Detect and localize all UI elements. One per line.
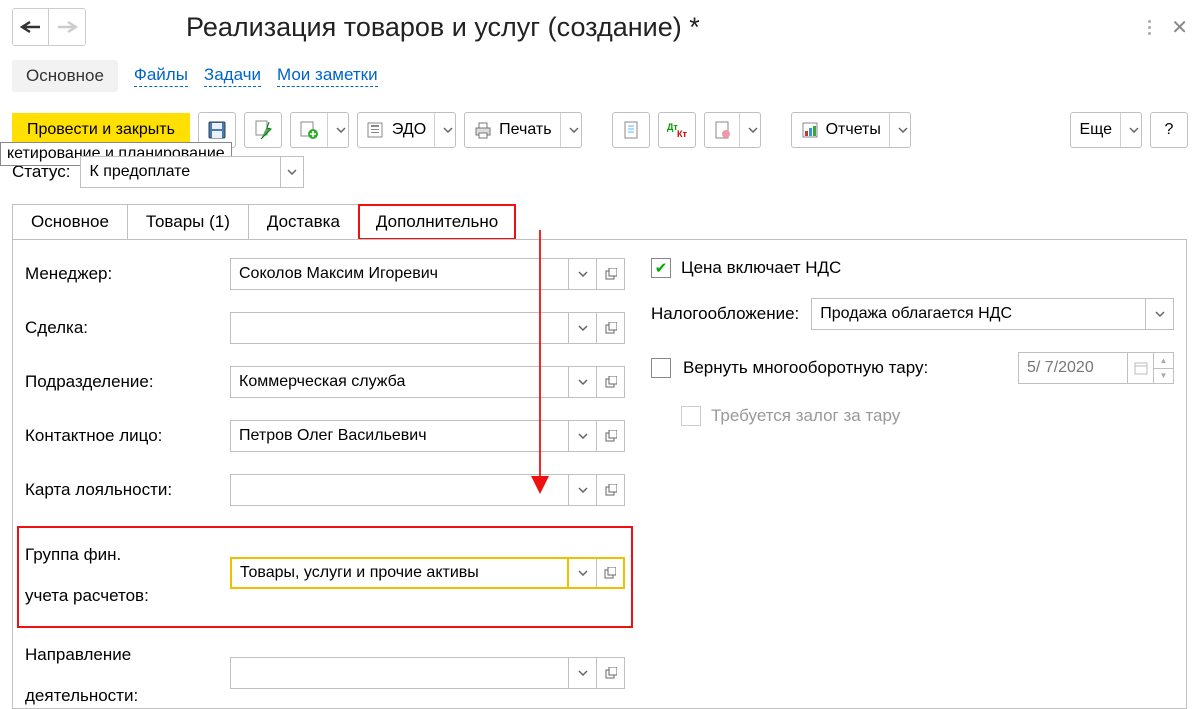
edo-button[interactable]: ЭДО — [357, 112, 456, 148]
open-icon[interactable] — [597, 657, 625, 689]
price-incl-nds-label: Цена включает НДС — [681, 258, 841, 278]
open-icon[interactable] — [597, 312, 625, 344]
tabs: Основное Товары (1) Доставка Дополнитель… — [12, 204, 1188, 240]
status-input[interactable] — [80, 156, 280, 188]
tab-main[interactable]: Основное — [12, 204, 128, 240]
open-icon[interactable] — [597, 474, 625, 506]
contact-input[interactable] — [230, 420, 569, 452]
dept-label: Подразделение: — [25, 371, 230, 394]
fingroup-input[interactable] — [230, 557, 569, 589]
loyalty-input[interactable] — [230, 474, 569, 506]
dropdown-icon[interactable] — [569, 474, 597, 506]
dropdown-icon[interactable] — [569, 258, 597, 290]
fingroup-highlight: Группа фин. учета расчетов: — [19, 528, 631, 626]
manager-label: Менеджер: — [25, 263, 230, 286]
doc1-button[interactable] — [612, 112, 650, 148]
calendar-icon[interactable] — [1128, 352, 1154, 384]
deal-label: Сделка: — [25, 317, 230, 340]
dropdown-icon[interactable] — [569, 366, 597, 398]
manager-input[interactable] — [230, 258, 569, 290]
post-button[interactable] — [244, 112, 282, 148]
toolbar: Провести и закрыть кетирование и планиро… — [12, 112, 1188, 148]
dropdown-icon[interactable] — [1146, 298, 1174, 330]
nav-main[interactable]: Основное — [12, 60, 118, 92]
more-button[interactable]: Еще — [1070, 112, 1142, 148]
dept-input[interactable] — [230, 366, 569, 398]
direction-label: Направление деятельности: — [25, 638, 230, 708]
nav-notes[interactable]: Мои заметки — [277, 65, 378, 87]
header-row: Реализация товаров и услуг (создание) * … — [12, 8, 1188, 46]
nav-tasks[interactable]: Задачи — [204, 65, 261, 87]
return-turn-checkbox[interactable] — [651, 358, 671, 378]
create-based-on-button[interactable] — [290, 112, 349, 148]
status-row: Статус: — [12, 156, 1188, 188]
page-title: Реализация товаров и услуг (создание) * — [186, 12, 700, 43]
attach-button[interactable] — [704, 112, 761, 148]
dtkt-button[interactable]: ДтКт — [658, 112, 696, 148]
deposit-label: Требуется залог за тару — [711, 406, 900, 426]
tab-panel: Менеджер: Сделка: — [12, 239, 1187, 709]
nav-files[interactable]: Файлы — [134, 65, 188, 87]
open-icon[interactable] — [597, 366, 625, 398]
date-spinner[interactable]: ▲▼ — [1154, 352, 1174, 384]
tax-input[interactable] — [811, 298, 1146, 330]
dropdown-icon[interactable] — [569, 312, 597, 344]
chevron-down-icon — [327, 113, 346, 147]
forward-button[interactable] — [49, 9, 85, 45]
dropdown-icon[interactable] — [569, 557, 597, 589]
open-icon[interactable] — [597, 258, 625, 290]
tax-label: Налогообложение: — [651, 304, 799, 324]
help-button[interactable]: ? — [1150, 112, 1188, 148]
price-incl-nds-checkbox[interactable] — [651, 258, 671, 278]
fingroup-label: Группа фин. учета расчетов: — [25, 538, 230, 608]
tab-goods[interactable]: Товары (1) — [127, 204, 249, 240]
dropdown-icon[interactable] — [569, 420, 597, 452]
deposit-checkbox — [681, 406, 701, 426]
more-menu-icon[interactable] — [1144, 16, 1155, 39]
loyalty-label: Карта лояльности: — [25, 479, 230, 502]
dropdown-icon[interactable] — [569, 657, 597, 689]
status-dropdown-icon[interactable] — [280, 156, 304, 188]
tab-additional[interactable]: Дополнительно — [358, 204, 516, 240]
contact-label: Контактное лицо: — [25, 425, 230, 448]
date-input[interactable] — [1018, 352, 1128, 384]
reports-button[interactable]: Отчеты — [791, 112, 911, 148]
back-button[interactable] — [13, 9, 49, 45]
svg-text:Кт: Кт — [677, 129, 687, 138]
open-icon[interactable] — [597, 557, 625, 589]
open-icon[interactable] — [597, 420, 625, 452]
tab-delivery[interactable]: Доставка — [248, 204, 359, 240]
return-turn-label: Вернуть многооборотную тару: — [683, 358, 928, 378]
nav-links: Основное Файлы Задачи Мои заметки — [12, 60, 1188, 92]
print-button[interactable]: Печать — [464, 112, 581, 148]
direction-input[interactable] — [230, 657, 569, 689]
deal-input[interactable] — [230, 312, 569, 344]
close-icon[interactable]: ✕ — [1171, 15, 1188, 40]
